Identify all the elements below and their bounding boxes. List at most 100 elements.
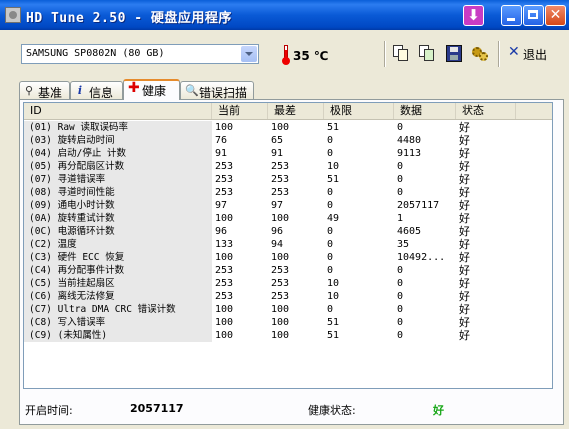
power-on-label: 开启时间: <box>25 404 73 417</box>
toolbar-divider <box>384 41 386 67</box>
current-value: 253 <box>215 278 234 289</box>
worst-value: 65 <box>271 135 284 146</box>
copy-all-button[interactable] <box>419 45 435 62</box>
threshold-value: 0 <box>327 252 334 263</box>
column-header-threshold[interactable]: 极限 <box>324 103 394 119</box>
table-row[interactable]: (C5) 当前挂起扇区 253 253 10 0 好 <box>24 277 552 290</box>
health-status-value: 好 <box>433 404 444 417</box>
raw-data: 0 <box>397 317 404 328</box>
app-disk-icon <box>5 7 21 23</box>
threshold-value: 0 <box>327 226 334 237</box>
chevron-down-icon[interactable] <box>241 46 257 62</box>
raw-data: 0 <box>397 291 404 302</box>
health-status-label: 健康状态: <box>308 404 356 417</box>
tab-info[interactable]: i 信息 <box>70 81 123 100</box>
temperature-readout: 35 ℃ <box>293 49 329 63</box>
table-row[interactable]: (C7) Ultra DMA CRC 错误计数 100 100 0 0 好 <box>24 303 552 316</box>
column-header-worst[interactable]: 最差 <box>268 103 324 119</box>
info-icon: i <box>77 84 83 97</box>
threshold-value: 51 <box>327 122 340 133</box>
worst-value: 253 <box>271 187 290 198</box>
minimize-button[interactable] <box>501 5 522 26</box>
exit-label: 退出 <box>523 48 548 62</box>
health-cross-icon: ✚ <box>128 80 140 96</box>
attribute-id: (07) 寻道错误率 <box>24 173 212 186</box>
threshold-value: 0 <box>327 135 334 146</box>
table-row[interactable]: (07) 寻道错误率 253 253 51 0 好 <box>24 173 552 186</box>
tab-benchmark[interactable]: ⚲ 基准 <box>19 81 70 100</box>
current-value: 100 <box>215 317 234 328</box>
table-row[interactable]: (C4) 再分配事件计数 253 253 0 0 好 <box>24 264 552 277</box>
smart-attribute-list[interactable]: ID 当前 最差 极限 数据 状态 (01) Raw 读取误码率 100 100 51… <box>23 102 553 389</box>
close-x-icon: ✕ <box>508 44 520 60</box>
worst-value: 96 <box>271 226 284 237</box>
attribute-id: (0A) 旋转重试计数 <box>24 212 212 225</box>
raw-data: 0 <box>397 304 404 315</box>
options-gear-button[interactable] <box>472 45 488 62</box>
table-row[interactable]: (C2) 温度 133 94 0 35 好 <box>24 238 552 251</box>
raw-data: 10492... <box>397 252 446 263</box>
raw-data: 4605 <box>397 226 422 237</box>
table-row[interactable]: (C6) 离线无法修复 253 253 10 0 好 <box>24 290 552 303</box>
table-row[interactable]: (03) 旋转启动时间 76 65 0 4480 好 <box>24 134 552 147</box>
table-row[interactable]: (09) 通电小时计数 97 97 0 2057117 好 <box>24 199 552 212</box>
status-value: 好 <box>459 173 470 186</box>
drive-select-value: SAMSUNG SP0802N (80 GB) <box>26 48 165 59</box>
attribute-id: (C9) (未知属性) <box>24 329 212 342</box>
current-value: 100 <box>215 213 234 224</box>
current-value: 253 <box>215 161 234 172</box>
current-value: 253 <box>215 265 234 276</box>
table-row[interactable]: (08) 寻道时间性能 253 253 0 0 好 <box>24 186 552 199</box>
attribute-id: (C8) 写入错误率 <box>24 316 212 329</box>
title-bar[interactable]: HD Tune 2.50 - 硬盘应用程序 ⬇ ✕ <box>0 0 569 30</box>
column-header-data[interactable]: 数据 <box>394 103 456 119</box>
threshold-value: 10 <box>327 291 340 302</box>
maximize-button[interactable] <box>523 5 544 26</box>
column-header-current[interactable]: 当前 <box>212 103 268 119</box>
save-button[interactable] <box>446 45 462 62</box>
attribute-id: (01) Raw 读取误码率 <box>24 121 212 134</box>
raw-data: 0 <box>397 161 404 172</box>
status-value: 好 <box>459 212 470 225</box>
power-on-value: 2057117 <box>130 402 184 415</box>
status-value: 好 <box>459 160 470 173</box>
current-value: 100 <box>215 252 234 263</box>
table-row[interactable]: (C9) (未知属性) 100 100 51 0 好 <box>24 329 552 342</box>
threshold-value: 0 <box>327 200 334 211</box>
status-value: 好 <box>459 329 470 342</box>
status-value: 好 <box>459 264 470 277</box>
worst-value: 253 <box>271 278 290 289</box>
column-header-id[interactable]: ID <box>24 103 212 119</box>
status-value: 好 <box>459 186 470 199</box>
copy-text-button[interactable] <box>393 45 409 62</box>
threshold-value: 51 <box>327 174 340 185</box>
current-value: 97 <box>215 200 228 211</box>
tab-label: 健康 <box>142 84 167 98</box>
worst-value: 94 <box>271 239 284 250</box>
status-value: 好 <box>459 199 470 212</box>
close-button[interactable]: ✕ <box>545 5 566 26</box>
column-header-status[interactable]: 状态 <box>456 103 516 119</box>
table-row[interactable]: (0A) 旋转重试计数 100 100 49 1 好 <box>24 212 552 225</box>
raw-data: 9113 <box>397 148 422 159</box>
table-row[interactable]: (05) 再分配扇区计数 253 253 10 0 好 <box>24 160 552 173</box>
current-value: 253 <box>215 187 234 198</box>
table-row[interactable]: (C3) 硬件 ECC 恢复 100 100 0 10492... 好 <box>24 251 552 264</box>
hd-tune-window: HD Tune 2.50 - 硬盘应用程序 ⬇ ✕ SAMSUNG SP0802… <box>0 0 569 429</box>
drive-select[interactable]: SAMSUNG SP0802N (80 GB) <box>21 44 259 64</box>
attribute-id: (08) 寻道时间性能 <box>24 186 212 199</box>
tab-health[interactable]: ✚ 健康 <box>123 79 180 100</box>
table-row[interactable]: (04) 启动/停止 计数 91 91 0 9113 好 <box>24 147 552 160</box>
table-row[interactable]: (C8) 写入错误率 100 100 51 0 好 <box>24 316 552 329</box>
status-value: 好 <box>459 277 470 290</box>
tab-error-scan[interactable]: 🔍 错误扫描 <box>180 81 254 100</box>
close-icon: ✕ <box>549 7 562 23</box>
worst-value: 100 <box>271 252 290 263</box>
raw-data: 0 <box>397 187 404 198</box>
table-row[interactable]: (01) Raw 读取误码率 100 100 51 0 好 <box>24 121 552 134</box>
worst-value: 253 <box>271 265 290 276</box>
thermometer-icon <box>282 45 290 65</box>
table-row[interactable]: (0C) 电源循环计数 96 96 0 4605 好 <box>24 225 552 238</box>
current-value: 253 <box>215 174 234 185</box>
download-arrow-button[interactable]: ⬇ <box>463 5 484 26</box>
